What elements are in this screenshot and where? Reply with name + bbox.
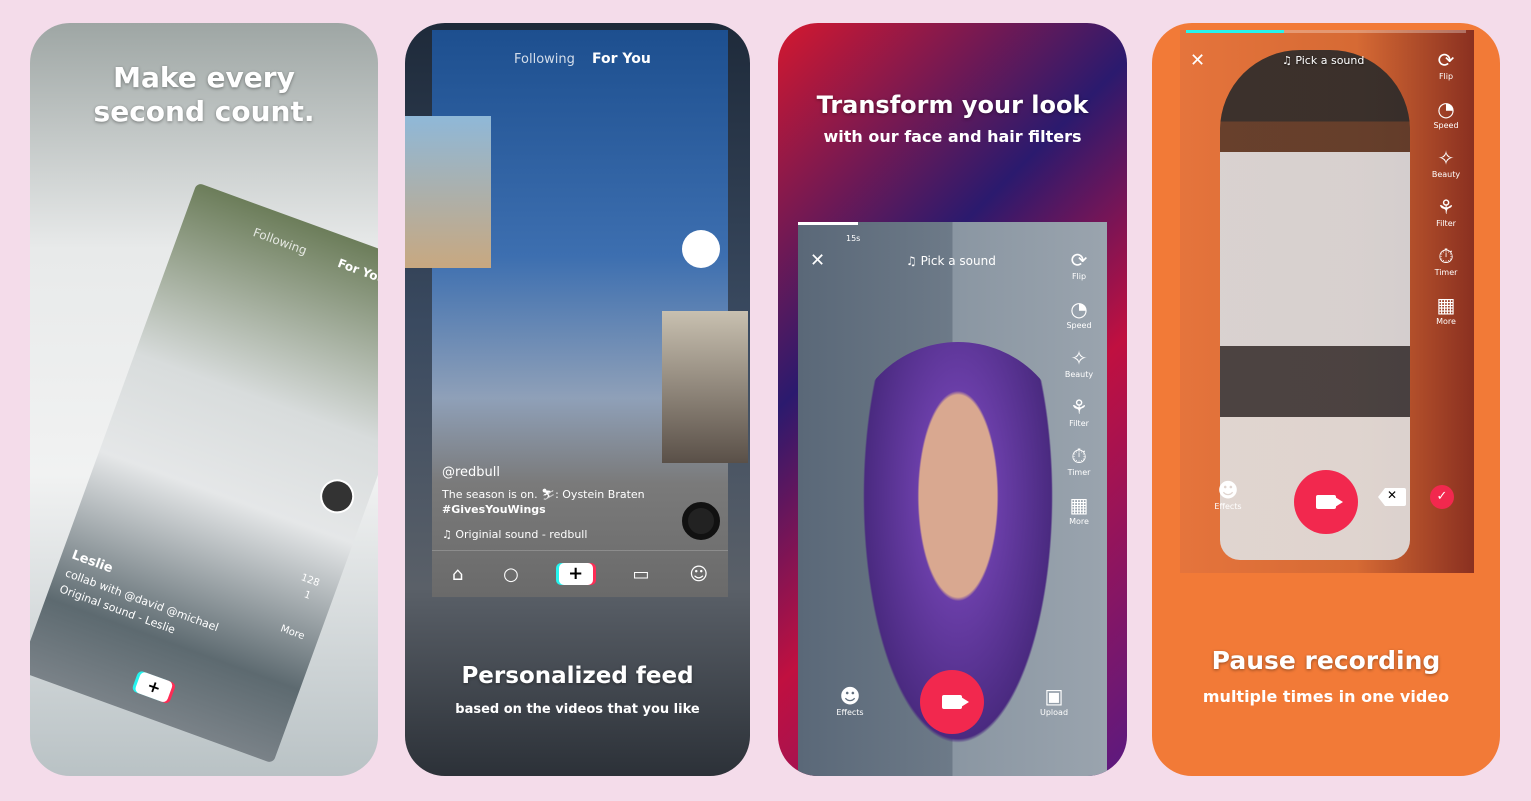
speed-icon[interactable]: ◔ [1426,97,1466,121]
filter-icon[interactable]: ⚘ [1059,395,1099,419]
create-button[interactable]: + [558,563,593,585]
tool-label: Speed [1433,121,1459,130]
speed-icon[interactable]: ◔ [1059,297,1099,321]
tab-following[interactable]: Following [251,225,309,257]
tool-label: Filter [1069,419,1089,428]
timer-icon[interactable]: ⏱ [1059,444,1099,468]
hashtag[interactable]: #GivesYouWings [442,503,546,516]
tool-label: Flip [1071,272,1087,281]
tool-label: More [1069,517,1089,526]
more-icon[interactable]: ▦ [1059,493,1099,517]
like-count: 128 [299,572,322,590]
inbox-icon[interactable]: ▭ [633,564,650,585]
tool-label: Timer [1067,468,1091,477]
camera-icon [942,695,969,709]
record-button[interactable] [1294,470,1358,534]
tool-label: Beauty [1431,170,1461,179]
bottom-nav: ⌂ ○ + ▭ ☺ [432,550,728,597]
upload-icon: ▣ [1044,684,1064,708]
screenshot-card-4: ✕ ♫ Pick a sound ⟳ Flip ◔ Speed ✧ Beauty ⚘ F… [1152,23,1500,776]
tool-label: Filter [1436,219,1456,228]
effects-label: Effects [1214,502,1242,511]
timer-icon[interactable]: ⏱ [1426,244,1466,268]
upload-button[interactable]: ▣ Upload [1034,684,1074,717]
pick-sound-label: Pick a sound [1295,54,1365,67]
camera-screen: ✕ ♫ Pick a sound ⟳ Flip ◔ Speed ✧ Beauty ⚘ F… [1180,30,1474,573]
sound-label: Originial sound - redbull [455,528,588,541]
beauty-icon[interactable]: ✧ [1426,146,1466,170]
sound-row[interactable]: ♫ Originial sound - redbull [442,528,587,541]
record-progress-fill [1186,30,1284,33]
avatar[interactable] [315,474,359,519]
subline: with our face and hair filters [823,127,1082,146]
pick-sound-label: Pick a sound [920,254,996,268]
headline: Transform your look [816,91,1089,119]
avatar[interactable] [682,230,720,268]
profile-icon[interactable]: ☺ [689,564,708,585]
confirm-button[interactable]: ✓ [1430,485,1454,509]
sound-disc-icon[interactable] [682,502,720,540]
pick-sound-button[interactable]: ♫ Pick a sound [1282,54,1364,67]
close-icon[interactable]: ✕ [1190,50,1205,71]
effects-label: Effects [836,708,864,717]
tool-label: Beauty [1064,370,1094,379]
camera-tools: ⟳ Flip ◔ Speed ✧ Beauty ⚘ Filter ⏱ Timer ▦ Mor… [1059,248,1099,526]
tool-label: More [1436,317,1456,326]
screenshot-card-1: Make every second count. Following For Y… [30,23,378,776]
tool-label: Speed [1066,321,1092,330]
subline: multiple times in one video [1202,687,1450,706]
headline: Personalized feed [461,663,694,689]
home-icon[interactable]: ⌂ [452,564,463,585]
close-icon[interactable]: ✕ [810,250,825,271]
effects-icon: ☻ [839,684,861,708]
flip-icon[interactable]: ⟳ [1426,48,1466,72]
duration-label: 15s [846,234,861,243]
screenshot-card-2: Following For You @redbull The season is… [405,23,750,776]
screenshot-card-3: Transform your look with our face and ha… [778,23,1127,776]
more-icon[interactable]: ▦ [1426,293,1466,317]
music-note-icon: ♫ [442,528,456,541]
beach-thumbnail [405,116,491,268]
camera-icon [1316,495,1343,509]
tab-following[interactable]: Following [514,52,575,67]
caption: The season is on. ⛷: Oystein Braten [442,488,645,501]
username[interactable]: @redbull [442,465,500,480]
create-button[interactable]: + [134,671,174,704]
tool-label: Flip [1438,72,1454,81]
record-button[interactable] [920,670,984,734]
record-progress-track [1186,30,1466,33]
effects-button[interactable]: ☻ Effects [1208,478,1248,511]
pick-sound-button[interactable]: ♫ Pick a sound [906,254,996,268]
camera-screen: 15s ✕ ♫ Pick a sound ⟳ Flip ◔ Speed ✧ Beaut… [798,222,1107,776]
more-button[interactable]: More [279,623,306,642]
cat-thumbnail [662,311,748,463]
tool-label: Timer [1434,268,1458,277]
tilted-feed-screen: Following For You 128 1 More Leslie coll… [30,182,378,764]
upload-label: Upload [1039,708,1069,717]
subline: based on the videos that you like [455,702,700,717]
effects-icon: ☻ [1217,478,1239,502]
headline: Pause recording [1211,646,1441,675]
record-progress [798,222,858,225]
comment-count: 1 [302,589,313,602]
beauty-icon[interactable]: ✧ [1059,346,1099,370]
search-icon[interactable]: ○ [503,564,519,585]
headline: Make every second count. [93,61,315,128]
flip-icon[interactable]: ⟳ [1059,248,1099,272]
filter-icon[interactable]: ⚘ [1426,195,1466,219]
camera-tools: ⟳ Flip ◔ Speed ✧ Beauty ⚘ Filter ⏱ Timer ▦ Mor… [1426,48,1466,326]
tab-for-you[interactable]: For You [336,256,378,286]
tab-for-you[interactable]: For You [592,51,651,67]
effects-button[interactable]: ☻ Effects [830,684,870,717]
